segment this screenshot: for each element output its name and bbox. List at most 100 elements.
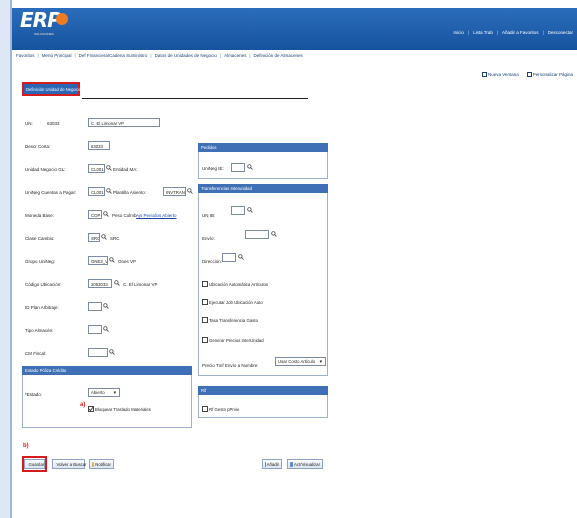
lookup-icon[interactable] (106, 188, 112, 194)
lookup-icon[interactable] (114, 280, 120, 286)
checkbox-box[interactable] (88, 406, 94, 412)
descr-corta-field[interactable]: 63033 (88, 141, 110, 150)
ubicacion-automatica-checkbox[interactable]: Ubicación Automática Artículos (202, 281, 268, 287)
estado-select[interactable]: Abierto ▼ (88, 388, 120, 397)
header-link-separator: | (467, 30, 470, 35)
rif-checkbox[interactable]: Rf Gestn pPrvie (202, 406, 239, 412)
checkbox-box[interactable] (202, 337, 208, 343)
plantilla-asiento-label: Plantilla Asiento: (113, 190, 147, 195)
ejecutar-job-checkbox[interactable]: Ejecutar Job Ubicación Auto (202, 299, 263, 305)
header-link-favorites[interactable]: Añadir a Favoritos (502, 30, 539, 38)
breadcrumb-item[interactable]: Menú Principal (42, 53, 72, 58)
grupo-unneg-field[interactable]: ONE3_VP (88, 256, 108, 265)
checkbox-box[interactable] (202, 299, 208, 305)
tasa-transferencia-checkbox[interactable]: Tasa Transferencia Gasto (202, 317, 258, 323)
header-link-signout[interactable]: Desconectar (548, 30, 573, 38)
lookup-icon[interactable] (103, 303, 109, 309)
entidad-ma-label: Entidad MA: (113, 167, 138, 172)
marker-b: b) (23, 443, 29, 449)
add-button[interactable]: Añadir (262, 459, 282, 469)
breadcrumb: Favoritos | Menú Principal | Def Financi… (16, 53, 303, 58)
ajs-periodos-link[interactable]: Ajs Periodos Abierto (136, 213, 177, 218)
save-button[interactable]: Guardar (24, 459, 45, 469)
checkbox-box[interactable] (202, 406, 208, 412)
notify-button[interactable]: Notificar (89, 459, 114, 469)
id-plan-arbitraje-label: ID Plan Arbitraje: (25, 305, 59, 310)
breadcrumb-item[interactable]: Almacenes (224, 53, 246, 58)
checkbox-box[interactable] (202, 317, 208, 323)
unidad-negocio-gl-field[interactable]: CL001 (88, 164, 105, 173)
codigo-ubicacion-field[interactable]: 2063033 (88, 279, 112, 288)
estado-label: *Estado: (25, 392, 43, 397)
lookup-icon[interactable] (103, 326, 109, 332)
un-label: UN: (25, 121, 33, 126)
update-button-label: Act/Visualizar (294, 461, 320, 467)
breadcrumb-item[interactable]: Favoritos (16, 53, 35, 58)
precio-tmf-selected-value: Usar Costo Artículo (278, 359, 316, 364)
lookup-icon[interactable] (247, 207, 253, 213)
moneda-base-field[interactable]: COP (88, 210, 102, 219)
tipo-almacen-field[interactable] (88, 325, 102, 334)
update-display-button[interactable]: Act/Visualizar (287, 459, 323, 469)
new-window-icon (481, 72, 487, 77)
clase-cambio-field[interactable]: SRC (88, 233, 100, 242)
un-description-field[interactable]: C. El Limonar VP (88, 118, 160, 127)
direccion-label: Dirección: (202, 259, 223, 264)
codigo-ubicacion-label: Código Ubicación: (25, 282, 62, 287)
breadcrumb-item[interactable]: Datos de Unidades de Negocio (155, 53, 217, 58)
cm-fiscal-field[interactable] (88, 348, 108, 357)
personalize-icon (526, 72, 532, 77)
estado-poliza-header: Estado Póliza Crédito (22, 366, 192, 375)
checkbox-label: Tasa Transferencia Gasto (209, 317, 258, 323)
lookup-icon[interactable] (101, 234, 107, 240)
unneg-cuentas-pagar-field[interactable]: CL001 (88, 187, 105, 196)
notify-button-label: Notificar (95, 461, 111, 467)
chevron-down-icon: ▼ (112, 390, 117, 395)
checkbox-box[interactable] (202, 281, 208, 287)
marker-a: a) (80, 402, 86, 408)
lookup-icon[interactable] (106, 165, 112, 171)
lookup-icon[interactable] (187, 188, 193, 194)
left-strip-border (10, 0, 12, 518)
breadcrumb-separator: | (249, 53, 251, 58)
unneg-ie-field[interactable] (231, 163, 245, 172)
header-links: Inicio | Lista Trab | Añadir a Favoritos… (453, 30, 573, 38)
page-title-tab[interactable]: Definición Unidad de Negocio (22, 82, 81, 96)
envio-field[interactable] (245, 230, 269, 239)
new-window-link[interactable]: Nueva Ventana (481, 72, 519, 77)
envio-label: Envío: (202, 236, 215, 241)
breadcrumb-item[interactable]: Definición de Almacenes (254, 53, 303, 58)
id-plan-arbitraje-field[interactable] (88, 302, 102, 311)
plantilla-asiento-field[interactable]: INVTRANS (163, 187, 186, 196)
breadcrumb-item[interactable]: Def Financiera/Cadena Suministro (79, 53, 148, 58)
app-header (12, 8, 577, 50)
title-underline (82, 98, 308, 100)
grupo-unneg-label: Grupo UniNeg: (25, 259, 56, 264)
checkbox-label: Rf Gestn pPrvie (209, 406, 240, 412)
unidad-negocio-gl-label: Unidad Negocio GL: (25, 167, 66, 172)
bloquear-traslado-checkbox[interactable]: Bloquear Traslado Materiales (88, 406, 151, 412)
checkbox-label: Generar Precios InterUnidad (209, 337, 264, 343)
checkbox-label: Bloquear Traslado Materiales (95, 406, 151, 412)
lookup-icon[interactable] (109, 349, 115, 355)
lookup-icon[interactable] (109, 257, 115, 263)
return-to-search-button[interactable]: Volver a Buscar (52, 459, 87, 469)
save-button-label: Guardar (28, 461, 45, 467)
direccion-field[interactable] (222, 253, 236, 262)
header-link-separator: | (542, 30, 544, 35)
checkbox-label: Ejecutar Job Ubicación Auto (209, 299, 263, 305)
lookup-icon[interactable] (247, 164, 253, 170)
app-logo[interactable]: ERP SOLUCIONES (20, 8, 68, 36)
header-link-worklist[interactable]: Lista Trab (473, 30, 493, 38)
personalize-page-link[interactable]: Personalizar Página (526, 72, 573, 77)
add-button-label: Añadir (266, 461, 279, 467)
notify-icon (92, 461, 94, 467)
chevron-down-icon: ▼ (318, 359, 323, 364)
un-ib-field[interactable] (231, 206, 245, 215)
generar-precios-checkbox[interactable]: Generar Precios InterUnidad (202, 337, 264, 343)
lookup-icon[interactable] (103, 211, 109, 217)
lookup-icon[interactable] (238, 254, 244, 260)
lookup-icon[interactable] (271, 231, 277, 237)
header-link-home[interactable]: Inicio (453, 30, 464, 38)
precio-tmf-select[interactable]: Usar Costo Artículo ▼ (275, 357, 326, 366)
